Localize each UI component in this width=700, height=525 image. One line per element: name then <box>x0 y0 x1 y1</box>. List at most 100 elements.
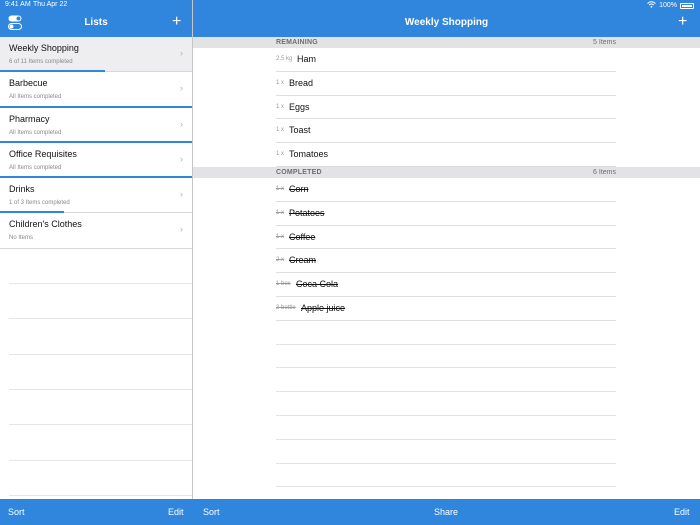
list-title: Office Requisites <box>9 148 77 159</box>
list-subtitle: 6 of 11 Items completed <box>9 59 73 65</box>
remaining-count: 5 Items <box>593 39 616 46</box>
item-name: Eggs <box>289 101 310 112</box>
chevron-right-icon: › <box>180 224 183 235</box>
item-quantity: 1 x <box>276 79 285 86</box>
item-quantity: 1 x <box>276 103 285 110</box>
item-quantity: 1 x <box>276 185 285 192</box>
empty-row <box>9 319 192 355</box>
list-row[interactable]: Weekly Shopping 6 of 11 Items completed › <box>0 37 192 73</box>
item-quantity: 2 x <box>276 257 285 264</box>
list-title: Pharmacy <box>9 113 50 124</box>
battery-icon <box>680 2 694 9</box>
item-name: Tomatoes <box>289 149 329 160</box>
item-quantity: 1 x <box>276 151 285 158</box>
item-name: Bread <box>289 77 314 88</box>
completed-item-row[interactable]: 3 bottle Apple juice <box>276 297 616 321</box>
list-title: Drinks <box>9 184 35 195</box>
item-quantity: 2.5 kg <box>276 56 293 62</box>
list-row[interactable]: Children's Clothes No Items › <box>0 213 192 249</box>
list-row[interactable]: Barbecue All Items completed › <box>0 72 192 108</box>
item-quantity: 1 x <box>276 127 285 134</box>
status-date: Thu Apr 22 <box>33 1 68 8</box>
completed-item-row[interactable]: 1 x Coffee <box>276 226 616 250</box>
sidebar-title: Lists <box>84 17 108 28</box>
completed-item-row[interactable]: 1 box Coca Cola <box>276 273 616 297</box>
empty-row <box>276 440 616 464</box>
item-name: Toast <box>289 125 311 136</box>
item-quantity: 1 box <box>276 281 291 288</box>
detail-nav-bar: Weekly Shopping + <box>193 10 700 37</box>
empty-row <box>9 425 192 461</box>
empty-row <box>9 355 192 390</box>
remaining-item-row[interactable]: 1 x Eggs <box>276 96 616 120</box>
empty-row <box>276 416 616 440</box>
remaining-item-row[interactable]: 1 x Toast <box>276 119 616 144</box>
add-item-icon[interactable]: + <box>678 14 687 30</box>
list-detail: REMAINING 5 Items 2.5 kg Ham 1 x Bread 1 x Eg… <box>193 37 700 499</box>
completed-count: 6 Items <box>593 168 616 176</box>
remaining-item-row[interactable]: 1 x Tomatoes <box>276 143 616 167</box>
list-title: Weekly Shopping <box>9 43 79 53</box>
list-subtitle: All Items completed <box>9 164 62 171</box>
empty-row <box>9 390 192 426</box>
item-name: Coffee <box>289 231 316 242</box>
top-bar: 9:41 AM Thu Apr 22 100% Lists + Weekly S… <box>0 0 700 37</box>
item-name: Cream <box>289 255 317 266</box>
empty-row <box>276 464 616 488</box>
chevron-right-icon: › <box>180 83 183 94</box>
detail-title: Weekly Shopping <box>404 17 489 28</box>
item-quantity: 1 x <box>276 233 285 240</box>
status-indicators: 100% <box>647 1 694 10</box>
empty-row <box>276 392 616 416</box>
item-name: Potatoes <box>289 207 325 218</box>
remaining-item-row[interactable]: 1 x Bread <box>276 72 616 96</box>
chevron-right-icon: › <box>180 153 183 164</box>
empty-row <box>276 345 616 369</box>
chevron-right-icon: › <box>180 189 183 200</box>
list-subtitle: All Items completed <box>9 129 62 136</box>
list-subtitle: 1 of 3 Items completed <box>9 200 70 207</box>
wifi-icon <box>647 1 656 10</box>
completed-item-row[interactable]: 1 x Potatoes <box>276 202 616 226</box>
sidebar-sort-button[interactable]: Sort <box>8 507 25 517</box>
item-name: Corn <box>289 183 309 194</box>
list-row[interactable]: Pharmacy All Items completed › <box>0 108 192 143</box>
list-subtitle: No Items <box>9 235 34 242</box>
item-name: Apple juice <box>301 302 346 313</box>
battery-percent: 100% <box>659 2 677 9</box>
list-title: Children's Clothes <box>9 219 82 230</box>
empty-row <box>276 368 616 393</box>
add-list-icon[interactable]: + <box>172 14 181 30</box>
status-time: 9:41 AM <box>5 1 31 8</box>
item-name: Coca Cola <box>296 279 339 290</box>
completed-item-row[interactable]: 2 x Cream <box>276 249 616 274</box>
list-edit-button[interactable]: Edit <box>674 507 690 517</box>
remaining-label: REMAINING <box>276 39 318 46</box>
chevron-right-icon: › <box>180 118 183 129</box>
list-row[interactable]: Drinks 1 of 3 Items completed › <box>0 178 192 214</box>
list-row[interactable]: Office Requisites All Items completed › <box>0 143 192 179</box>
empty-row <box>276 321 616 345</box>
empty-row <box>9 249 192 285</box>
item-name: Ham <box>297 54 317 64</box>
completed-section-header: COMPLETED 6 Items <box>193 166 700 178</box>
sidebar-nav-bar: Lists + <box>0 10 192 37</box>
empty-row <box>9 461 192 496</box>
remaining-item-row[interactable]: 2.5 kg Ham <box>276 48 616 72</box>
sidebar-edit-button[interactable]: Edit <box>168 507 184 517</box>
chevron-right-icon: › <box>180 48 183 58</box>
list-sort-button[interactable]: Sort <box>203 507 220 517</box>
lists-sidebar: Weekly Shopping 6 of 11 Items completed › B… <box>0 37 192 499</box>
remaining-section-header: REMAINING 5 Items <box>193 37 700 48</box>
list-title: Barbecue <box>9 78 48 89</box>
completed-item-row[interactable]: 1 x Corn <box>276 178 616 202</box>
list-subtitle: All Items completed <box>9 94 62 101</box>
empty-row <box>9 284 192 320</box>
item-quantity: 1 x <box>276 209 285 216</box>
split-divider[interactable] <box>192 0 193 525</box>
status-bar: 9:41 AM Thu Apr 22 100% <box>0 0 700 10</box>
completed-label: COMPLETED <box>276 168 322 176</box>
item-quantity: 3 bottle <box>276 304 296 311</box>
share-button[interactable]: Share <box>434 507 458 517</box>
bottom-toolbar: Sort Edit Sort Share Edit <box>0 499 700 525</box>
